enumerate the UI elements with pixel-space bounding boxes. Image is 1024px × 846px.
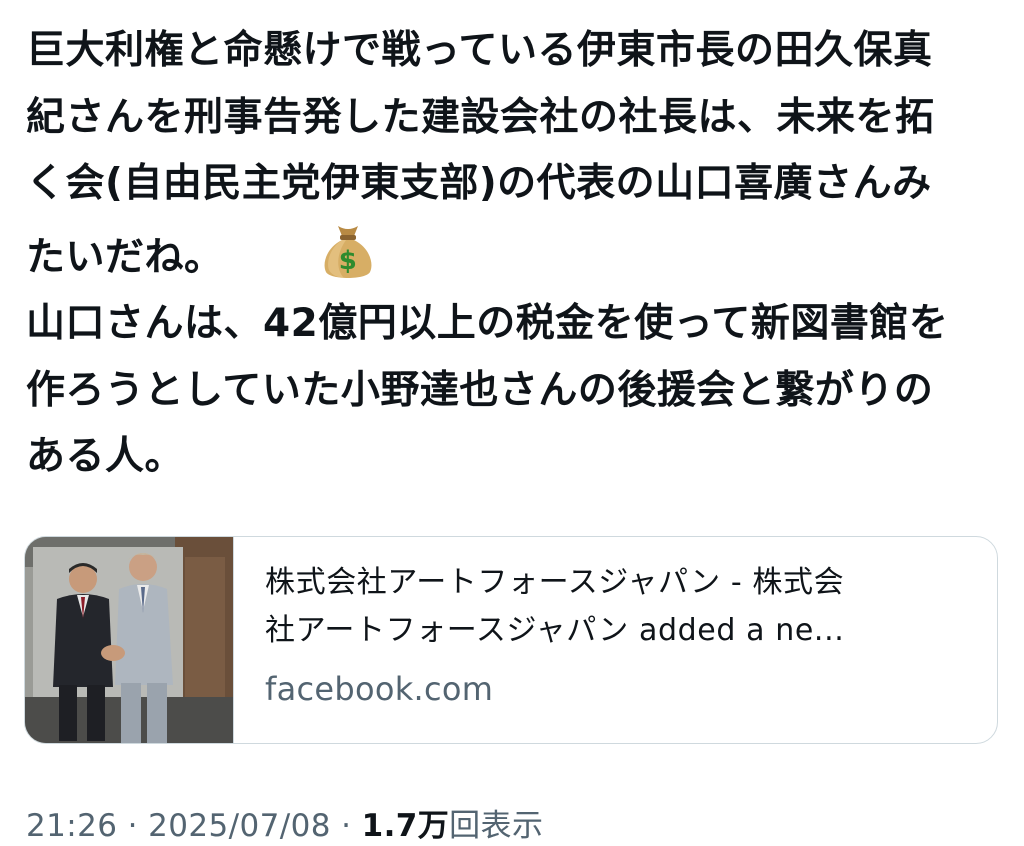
link-preview-title-line: 社アートフォースジャパン added a ne...: [265, 613, 845, 648]
tweet-text: 巨大利権と命懸けで戦っている伊東市長の田久保真 紀さんを刑事告発した建設会社の社…: [26, 18, 1006, 491]
tweet-line: ある人。: [26, 434, 185, 479]
views-label: 回表示: [449, 808, 544, 844]
link-preview-image[interactable]: [25, 537, 234, 743]
views-count[interactable]: 1.7万: [362, 808, 450, 844]
tweet-line-text: たいだね。: [26, 234, 224, 280]
tweet-line-with-emoji: たいだね。 $: [26, 218, 1006, 292]
link-preview-title-line: 株式会社アートフォースジャパン - 株式会: [265, 565, 845, 600]
link-preview-card[interactable]: 株式会社アートフォースジャパン - 株式会 社アートフォースジャパン added…: [24, 536, 998, 744]
tweet-date[interactable]: 2025/07/08: [148, 808, 331, 844]
tweet-metadata: 21:26 · 2025/07/08 · 1.7万回表示: [26, 806, 543, 846]
link-preview-title: 株式会社アートフォースジャパン - 株式会 社アートフォースジャパン added…: [265, 559, 975, 655]
tweet-line: 巨大利権と命懸けで戦っている伊東市長の田久保真: [26, 28, 933, 73]
link-preview-text[interactable]: 株式会社アートフォースジャパン - 株式会 社アートフォースジャパン added…: [265, 559, 975, 711]
tweet-line: 山口さんは、42億円以上の税金を使って新図書館を: [26, 301, 949, 346]
tweet-line: 作ろうとしていた小野達也さんの後援会と繋がりの: [26, 367, 934, 413]
tweet-line: く会(自由民主党伊東支部)の代表の山口喜廣さんみ: [26, 161, 932, 206]
tweet-time[interactable]: 21:26: [26, 808, 117, 844]
svg-text:$: $: [338, 246, 357, 276]
meta-separator: ·: [341, 808, 352, 844]
tweet-line: 紀さんを刑事告発した建設会社の社長は、未来を拓: [26, 94, 935, 140]
link-preview-domain: facebook.com: [265, 670, 494, 708]
money-bag-icon: $: [316, 218, 380, 282]
meta-separator: ·: [127, 808, 138, 844]
